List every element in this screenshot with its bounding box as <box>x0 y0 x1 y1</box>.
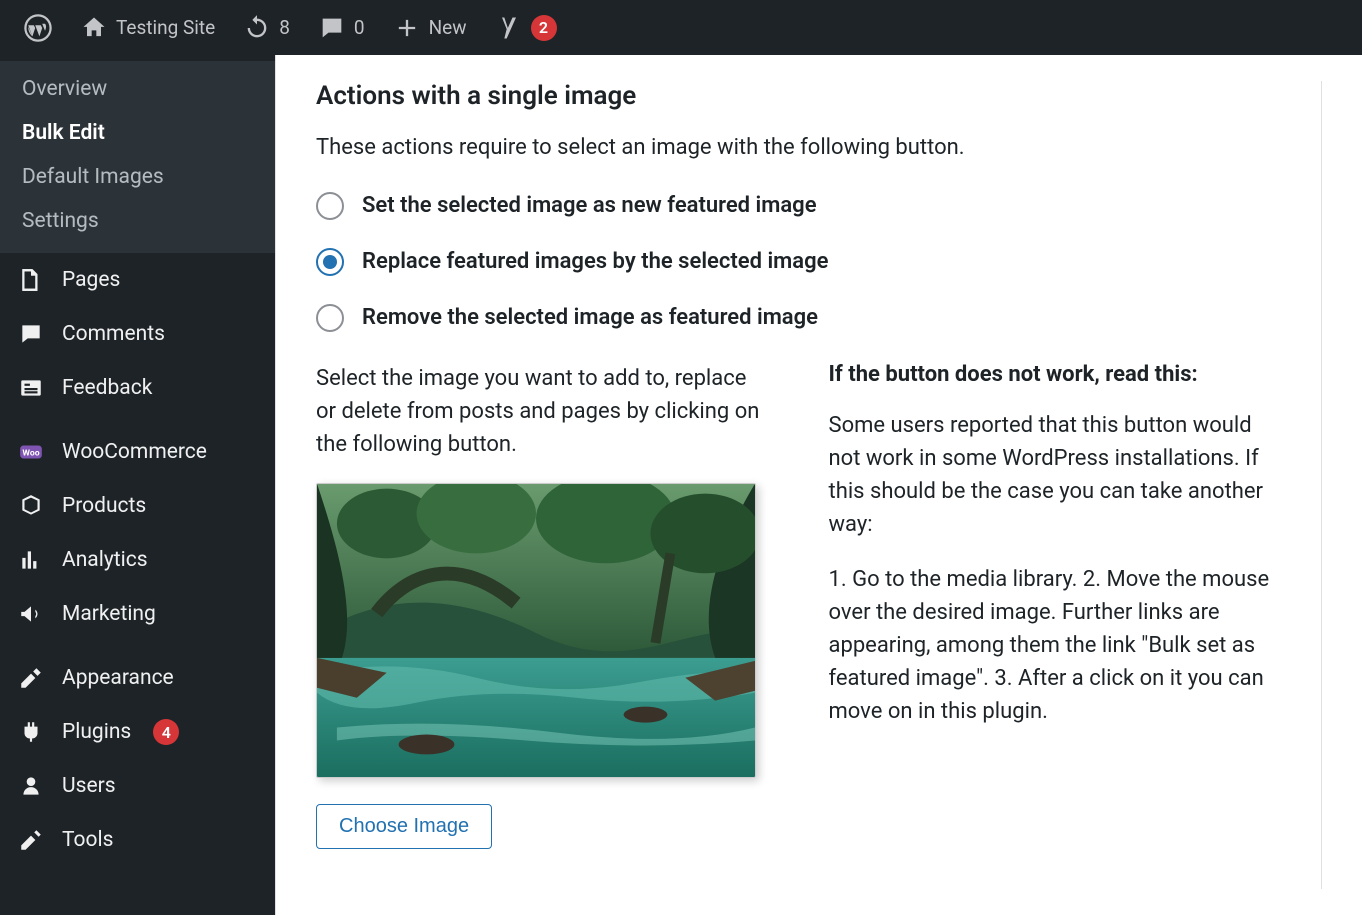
left-column: Select the image you want to add to, rep… <box>316 362 769 849</box>
submenu-item-default-images[interactable]: Default Images <box>0 155 275 199</box>
menu-item-analytics[interactable]: Analytics <box>0 533 275 587</box>
help-paragraph-2: 1. Go to the media library. 2. Move the … <box>829 563 1282 728</box>
updates-icon <box>243 14 271 42</box>
feedback-icon <box>18 375 44 401</box>
submenu-item-settings[interactable]: Settings <box>0 199 275 243</box>
menu-label: Plugins <box>62 720 131 744</box>
count-badge: 4 <box>153 719 179 745</box>
choose-image-button[interactable]: Choose Image <box>316 804 492 849</box>
menu-label: Marketing <box>62 602 156 626</box>
yoast-icon <box>495 14 523 42</box>
section-heading: Actions with a single image <box>316 81 1281 111</box>
menu-item-woocommerce[interactable]: Woo WooCommerce <box>0 425 275 479</box>
marketing-icon <box>18 601 44 627</box>
woo-icon: Woo <box>18 439 44 465</box>
help-heading: If the button does not work, read this: <box>829 362 1282 387</box>
select-instructions: Select the image you want to add to, rep… <box>316 362 769 461</box>
appearance-icon <box>18 665 44 691</box>
menu-label: Appearance <box>62 666 174 690</box>
radio-label: Set the selected image as new featured i… <box>362 193 817 218</box>
menu-item-comments[interactable]: Comments <box>0 307 275 361</box>
comments-count: 0 <box>354 16 365 39</box>
plugins-icon <box>18 719 44 745</box>
radio-input[interactable] <box>316 192 344 220</box>
radio-input[interactable] <box>316 248 344 276</box>
menu-label: Comments <box>62 322 165 346</box>
menu-item-plugins[interactable]: Plugins 4 <box>0 705 275 759</box>
yoast-badge: 2 <box>531 15 557 41</box>
image-preview <box>316 483 756 778</box>
radio-label: Remove the selected image as featured im… <box>362 305 818 330</box>
admin-sidebar: OverviewBulk EditDefault ImagesSettings … <box>0 55 275 915</box>
submenu-item-overview[interactable]: Overview <box>0 67 275 111</box>
radio-label: Replace featured images by the selected … <box>362 249 828 274</box>
wordpress-icon <box>24 14 52 42</box>
comments-icon <box>318 14 346 42</box>
help-paragraph-1: Some users reported that this button wou… <box>829 409 1282 541</box>
menu-label: Feedback <box>62 376 152 400</box>
radio-option-2[interactable]: Remove the selected image as featured im… <box>316 304 1281 332</box>
menu-label: Tools <box>62 828 113 852</box>
menu-label: WooCommerce <box>62 440 207 464</box>
pages-icon <box>18 267 44 293</box>
submenu-item-bulk-edit[interactable]: Bulk Edit <box>0 111 275 155</box>
menu-label: Users <box>62 774 116 798</box>
tools-icon <box>18 827 44 853</box>
radio-input[interactable] <box>316 304 344 332</box>
menu-item-feedback[interactable]: Feedback <box>0 361 275 415</box>
updates-button[interactable]: 8 <box>229 0 304 55</box>
admin-bar: Testing Site 8 0 New 2 <box>0 0 1362 55</box>
menu-label: Analytics <box>62 548 148 572</box>
menu-item-products[interactable]: Products <box>0 479 275 533</box>
radio-option-1[interactable]: Replace featured images by the selected … <box>316 248 1281 276</box>
new-button[interactable]: New <box>379 0 481 55</box>
menu-item-tools[interactable]: Tools <box>0 813 275 867</box>
home-icon <box>80 14 108 42</box>
plus-icon <box>393 14 421 42</box>
products-icon <box>18 493 44 519</box>
right-column: If the button does not work, read this: … <box>829 362 1282 849</box>
svg-text:Woo: Woo <box>22 448 39 458</box>
comments-icon <box>18 321 44 347</box>
menu-item-marketing[interactable]: Marketing <box>0 587 275 641</box>
site-link[interactable]: Testing Site <box>66 0 229 55</box>
menu-item-appearance[interactable]: Appearance <box>0 651 275 705</box>
menu-label: Pages <box>62 268 120 292</box>
content-area: Actions with a single image These action… <box>275 55 1362 915</box>
radio-group: Set the selected image as new featured i… <box>316 192 1281 332</box>
yoast-button[interactable]: 2 <box>481 0 571 55</box>
radio-option-0[interactable]: Set the selected image as new featured i… <box>316 192 1281 220</box>
site-name: Testing Site <box>116 16 215 39</box>
updates-count: 8 <box>279 16 290 39</box>
users-icon <box>18 773 44 799</box>
analytics-icon <box>18 547 44 573</box>
new-label: New <box>429 16 467 39</box>
section-lead: These actions require to select an image… <box>316 133 1281 164</box>
menu-item-pages[interactable]: Pages <box>0 253 275 307</box>
menu-label: Products <box>62 494 146 518</box>
submenu: OverviewBulk EditDefault ImagesSettings <box>0 61 275 253</box>
comments-button[interactable]: 0 <box>304 0 379 55</box>
menu-item-users[interactable]: Users <box>0 759 275 813</box>
wp-logo-button[interactable] <box>10 0 66 55</box>
